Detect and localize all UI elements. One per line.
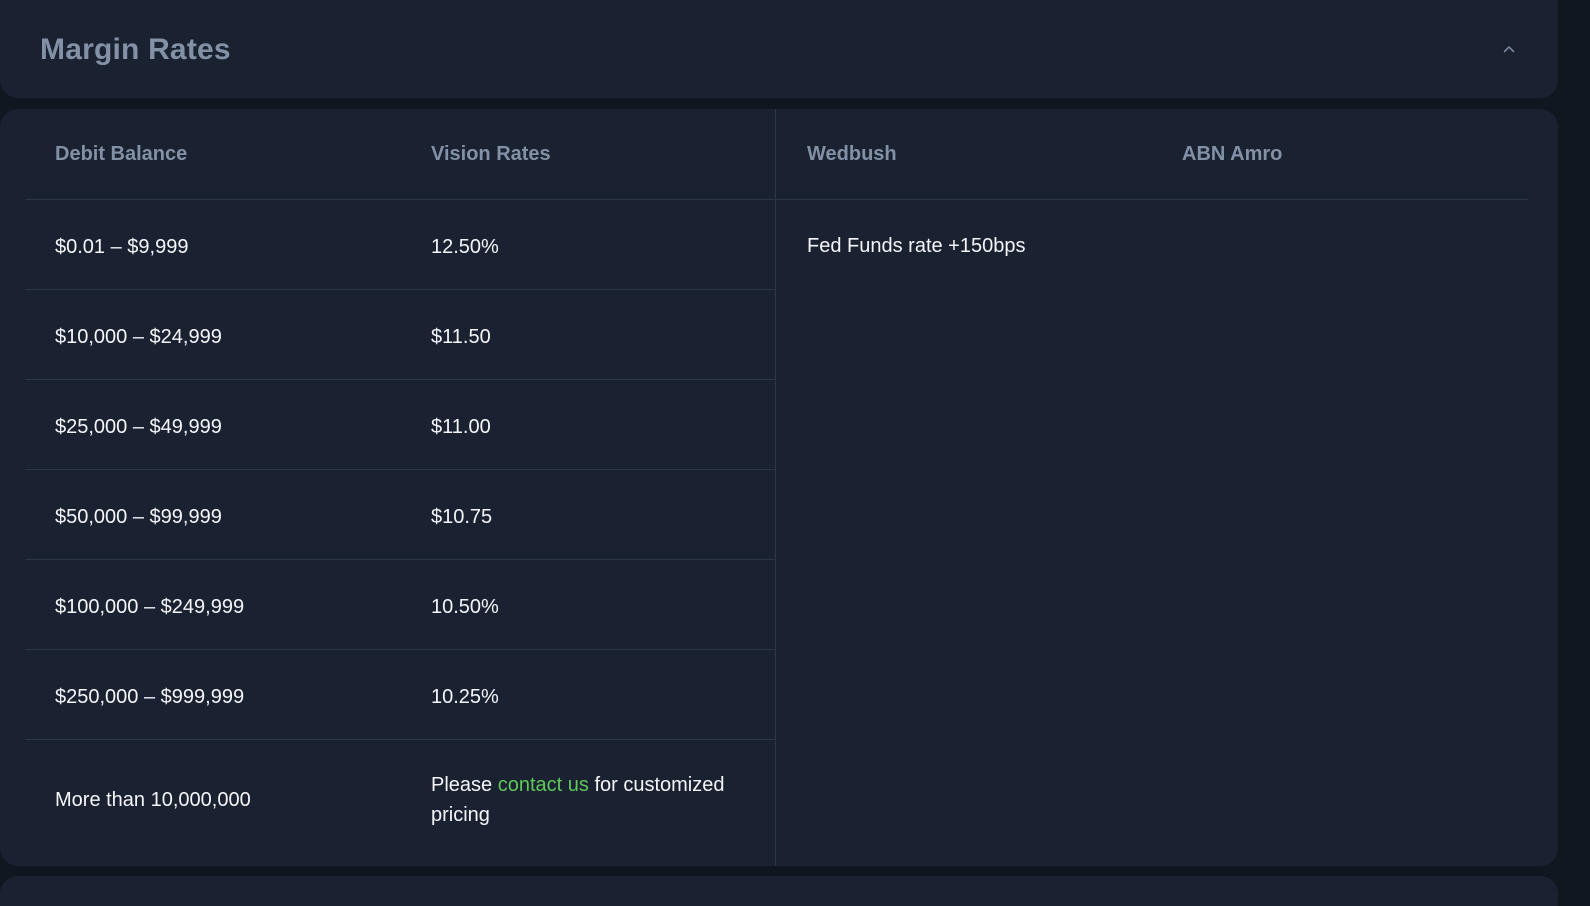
section-title: Margin Rates <box>40 33 231 66</box>
debit-balance-header: Debit Balance <box>55 143 188 165</box>
contact-us-link[interactable]: contact us <box>498 774 589 796</box>
margin-rates-page: Margin Rates Debit Balance Vision Rates … <box>0 0 1590 906</box>
wedbush-rate-cell: Fed Funds rate +150bps <box>807 235 1026 257</box>
collapse-button[interactable] <box>1498 38 1520 60</box>
comparison-table: Wedbush ABN Amro Fed Funds rate +150bps <box>776 109 1528 866</box>
debit-balance-cell: $10,000 – $24,999 <box>55 326 222 348</box>
custom-pricing-prefix: Please <box>431 774 498 796</box>
debit-balance-cell: $250,000 – $999,999 <box>55 686 245 708</box>
table-row: $10,000 – $24,999 $11.50 <box>25 290 775 380</box>
vision-rate-cell: 12.50% <box>431 236 499 258</box>
table-header: Debit Balance Vision Rates <box>25 109 775 200</box>
debit-balance-cell: $0.01 – $9,999 <box>55 236 189 258</box>
vision-rate-cell: $11.50 <box>431 326 491 348</box>
table-row: $25,000 – $49,999 $11.00 <box>25 380 775 470</box>
margin-rates-table: Debit Balance Vision Rates $0.01 – $9,99… <box>0 109 1558 866</box>
comparison-header: Wedbush ABN Amro <box>776 109 1528 200</box>
table-row: $0.01 – $9,999 12.50% <box>25 200 775 290</box>
vision-rate-cell: 10.25% <box>431 686 499 708</box>
next-section-card <box>0 876 1558 906</box>
vision-rates-header: Vision Rates <box>431 143 551 165</box>
debit-balance-cell: $25,000 – $49,999 <box>55 416 222 438</box>
debit-balance-cell: $100,000 – $249,999 <box>55 596 245 618</box>
margin-rates-header[interactable]: Margin Rates <box>0 0 1558 98</box>
custom-pricing-cell: Please contact us for customized pricing <box>431 770 761 830</box>
vision-rate-cell: $11.00 <box>431 416 491 438</box>
abn-amro-header: ABN Amro <box>1182 143 1283 165</box>
table-row: More than 10,000,000 Please contact us f… <box>25 740 775 860</box>
table-row: $250,000 – $999,999 10.25% <box>25 650 775 740</box>
vision-rate-cell: $10.75 <box>431 506 493 528</box>
chevron-up-icon <box>1503 46 1515 53</box>
table-row: $50,000 – $99,999 $10.75 <box>25 470 775 560</box>
wedbush-header: Wedbush <box>807 143 897 165</box>
debit-balance-cell: More than 10,000,000 <box>55 789 251 811</box>
vision-rates-table: Debit Balance Vision Rates $0.01 – $9,99… <box>25 109 775 866</box>
table-row: $100,000 – $249,999 10.50% <box>25 560 775 650</box>
vision-rate-cell: 10.50% <box>431 596 499 618</box>
debit-balance-cell: $50,000 – $99,999 <box>55 506 222 528</box>
